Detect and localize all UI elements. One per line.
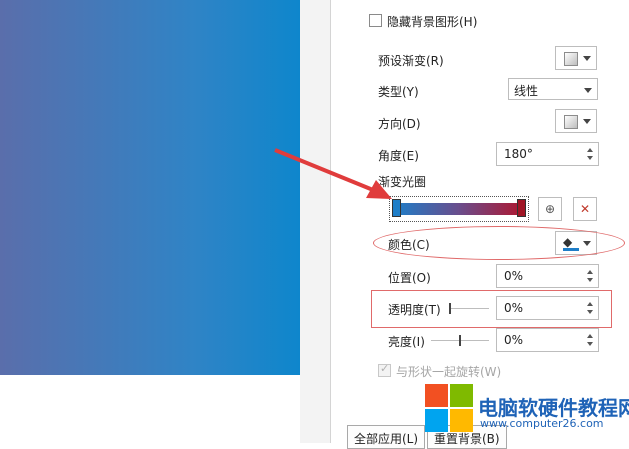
chevron-down-icon	[583, 119, 591, 124]
watermark-url: www.computer26.com	[480, 417, 604, 430]
spin-up-icon[interactable]	[587, 334, 593, 338]
chevron-down-icon	[583, 56, 591, 61]
annotation-arrow	[274, 148, 392, 199]
preset-gradient-label: 预设渐变(R)	[378, 54, 444, 68]
gradient-stops-bar[interactable]	[389, 196, 529, 222]
position-value: 0%	[504, 269, 524, 283]
brightness-label: 亮度(I)	[388, 335, 425, 349]
checkmark-icon: ✓	[380, 362, 390, 375]
remove-stop-icon: ✕	[579, 202, 591, 216]
spin-down-icon[interactable]	[587, 342, 593, 346]
brightness-value: 0%	[504, 333, 524, 347]
brightness-spinner[interactable]: 0%	[496, 328, 599, 352]
spin-down-icon[interactable]	[587, 156, 593, 160]
brightness-slider-thumb[interactable]	[459, 335, 461, 346]
direction-button[interactable]	[555, 109, 597, 133]
preset-gradient-button[interactable]	[555, 46, 597, 70]
direction-swatch-icon	[564, 115, 578, 129]
rotate-with-shape-label: 与形状一起旋转(W)	[396, 365, 502, 379]
spin-up-icon[interactable]	[587, 148, 593, 152]
apply-to-all-button[interactable]: 全部应用(L)	[347, 425, 426, 449]
gradient-swatch-icon	[564, 52, 578, 66]
spin-up-icon[interactable]	[587, 270, 593, 274]
position-spinner[interactable]: 0%	[496, 264, 599, 288]
gradient-preview	[394, 203, 524, 215]
annotation-ellipse	[373, 226, 625, 260]
add-stop-icon: ⊕	[544, 202, 556, 216]
gradient-stop-end[interactable]	[517, 199, 526, 217]
arrow-shaft	[274, 148, 379, 194]
direction-label: 方向(D)	[378, 117, 421, 131]
angle-spinner[interactable]: 180°	[496, 142, 599, 166]
slide-preview	[0, 0, 300, 375]
hide-bg-graphics-label: 隐藏背景图形(H)	[387, 15, 478, 29]
rotate-with-shape-checkbox[interactable]: ✓	[378, 362, 391, 377]
type-select[interactable]: 线性	[508, 78, 598, 100]
brightness-slider[interactable]	[431, 335, 489, 346]
angle-value: 180°	[504, 147, 533, 161]
chevron-down-icon	[584, 88, 592, 93]
remove-gradient-stop-button[interactable]: ✕	[573, 197, 597, 221]
type-label: 类型(Y)	[378, 85, 419, 99]
windows-logo-icon	[425, 384, 475, 434]
type-value: 线性	[514, 84, 539, 98]
spin-down-icon[interactable]	[587, 278, 593, 282]
annotation-rectangle	[371, 290, 612, 328]
hide-bg-graphics-checkbox[interactable]	[369, 14, 382, 27]
add-gradient-stop-button[interactable]: ⊕	[538, 197, 562, 221]
position-label: 位置(O)	[388, 271, 431, 285]
